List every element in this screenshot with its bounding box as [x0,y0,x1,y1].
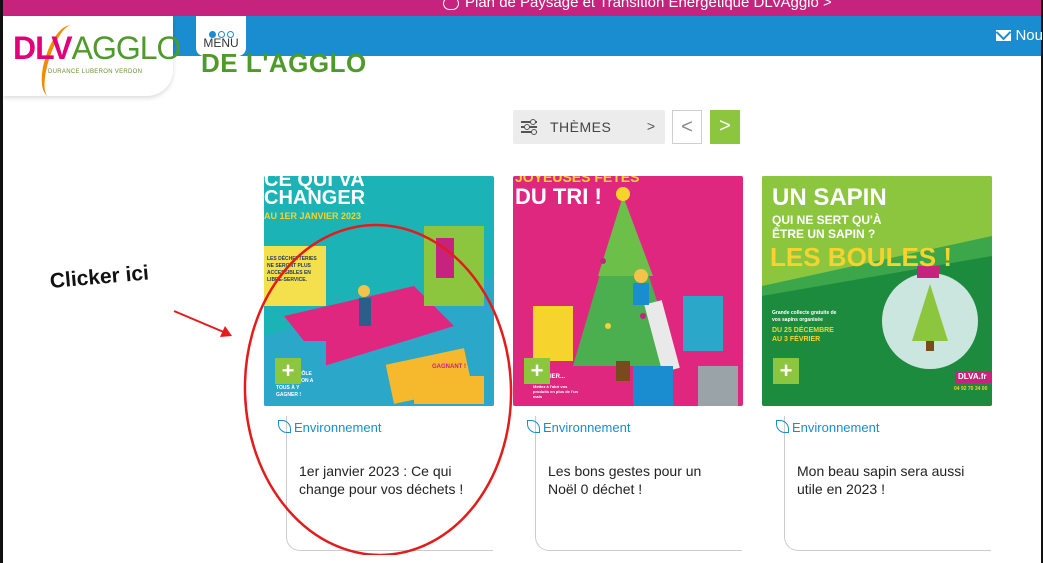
card-art-headline: UN SAPIN [772,184,887,211]
news-card[interactable]: JOYEUSES FÊTES DU TRI ! ...XTRIER... Met… [513,176,743,556]
card-art-note: Grande collecte gratuite de vos sapins o… [772,310,837,323]
card-title[interactable]: Les bons gestes pour un Noël 0 déchet ! [548,462,728,498]
card-image[interactable]: UN SAPIN QUI NE SERT QU'À ÊTRE UN SAPIN … [762,176,992,406]
card-art-note: Mettez à l'abri vos produits en plus de … [533,384,578,399]
card-art-note: DU 25 DÉCEMBRE AU 3 FÉVRIER [772,327,834,343]
card-art-headline: DU TRI ! [515,184,602,209]
annotation-circle [243,223,513,555]
annotation-arrow [173,310,232,337]
card-category-tag[interactable]: Environnement [776,420,879,435]
card-category-tag[interactable]: Environnement [527,420,630,435]
card-image[interactable]: JOYEUSES FÊTES DU TRI ! ...XTRIER... Met… [513,176,743,406]
card-art-headline: JOYEUSES FÊTES [515,176,640,185]
promo-banner[interactable]: Plan de Paysage et Transition Energétiqu… [3,0,1041,16]
logo-wordmark: DLVAGGLO [13,30,181,66]
carousel-prev-button[interactable]: < [672,110,702,144]
filter-sliders-icon [521,119,537,135]
logo-subtitle: DURANCE LUBERON VERDON [48,69,143,75]
card-art-brand: DLVA.fr [958,372,987,381]
site-logo[interactable]: DLVAGGLO DURANCE LUBERON VERDON [3,16,181,101]
carousel-next-button[interactable]: > [710,110,740,144]
newsletter-link[interactable]: Nou [996,27,1043,44]
leaf-icon [776,420,789,433]
news-card[interactable]: UN SAPIN QUI NE SERT QU'À ÊTRE UN SAPIN … [762,176,992,556]
card-art-headline: LES BOULES ! [770,242,953,272]
chat-icon [443,0,459,10]
chevron-right-icon: > [646,118,655,134]
card-art-phone: 04 92 70 34 00 [954,386,988,392]
section-title: DE L'AGGLO [201,48,367,78]
card-art-headline: QUI NE SERT QU'À [772,213,882,227]
themes-label: THÈMES [550,119,612,135]
card-title[interactable]: Mon beau sapin sera aussi utile en 2023 … [797,462,977,498]
leaf-icon [527,420,540,433]
menu-dots-icon [196,25,246,38]
envelope-icon [996,30,1012,41]
card-art-headline: ÊTRE UN SAPIN ? [772,227,876,241]
card-expand-button[interactable]: + [524,358,550,384]
themes-filter-dropdown[interactable]: THÈMES > [513,110,665,144]
promo-link[interactable]: Plan de Paysage et Transition Energétiqu… [465,0,832,11]
card-expand-button[interactable]: + [773,358,799,384]
newsletter-label: Nou [1015,27,1043,44]
